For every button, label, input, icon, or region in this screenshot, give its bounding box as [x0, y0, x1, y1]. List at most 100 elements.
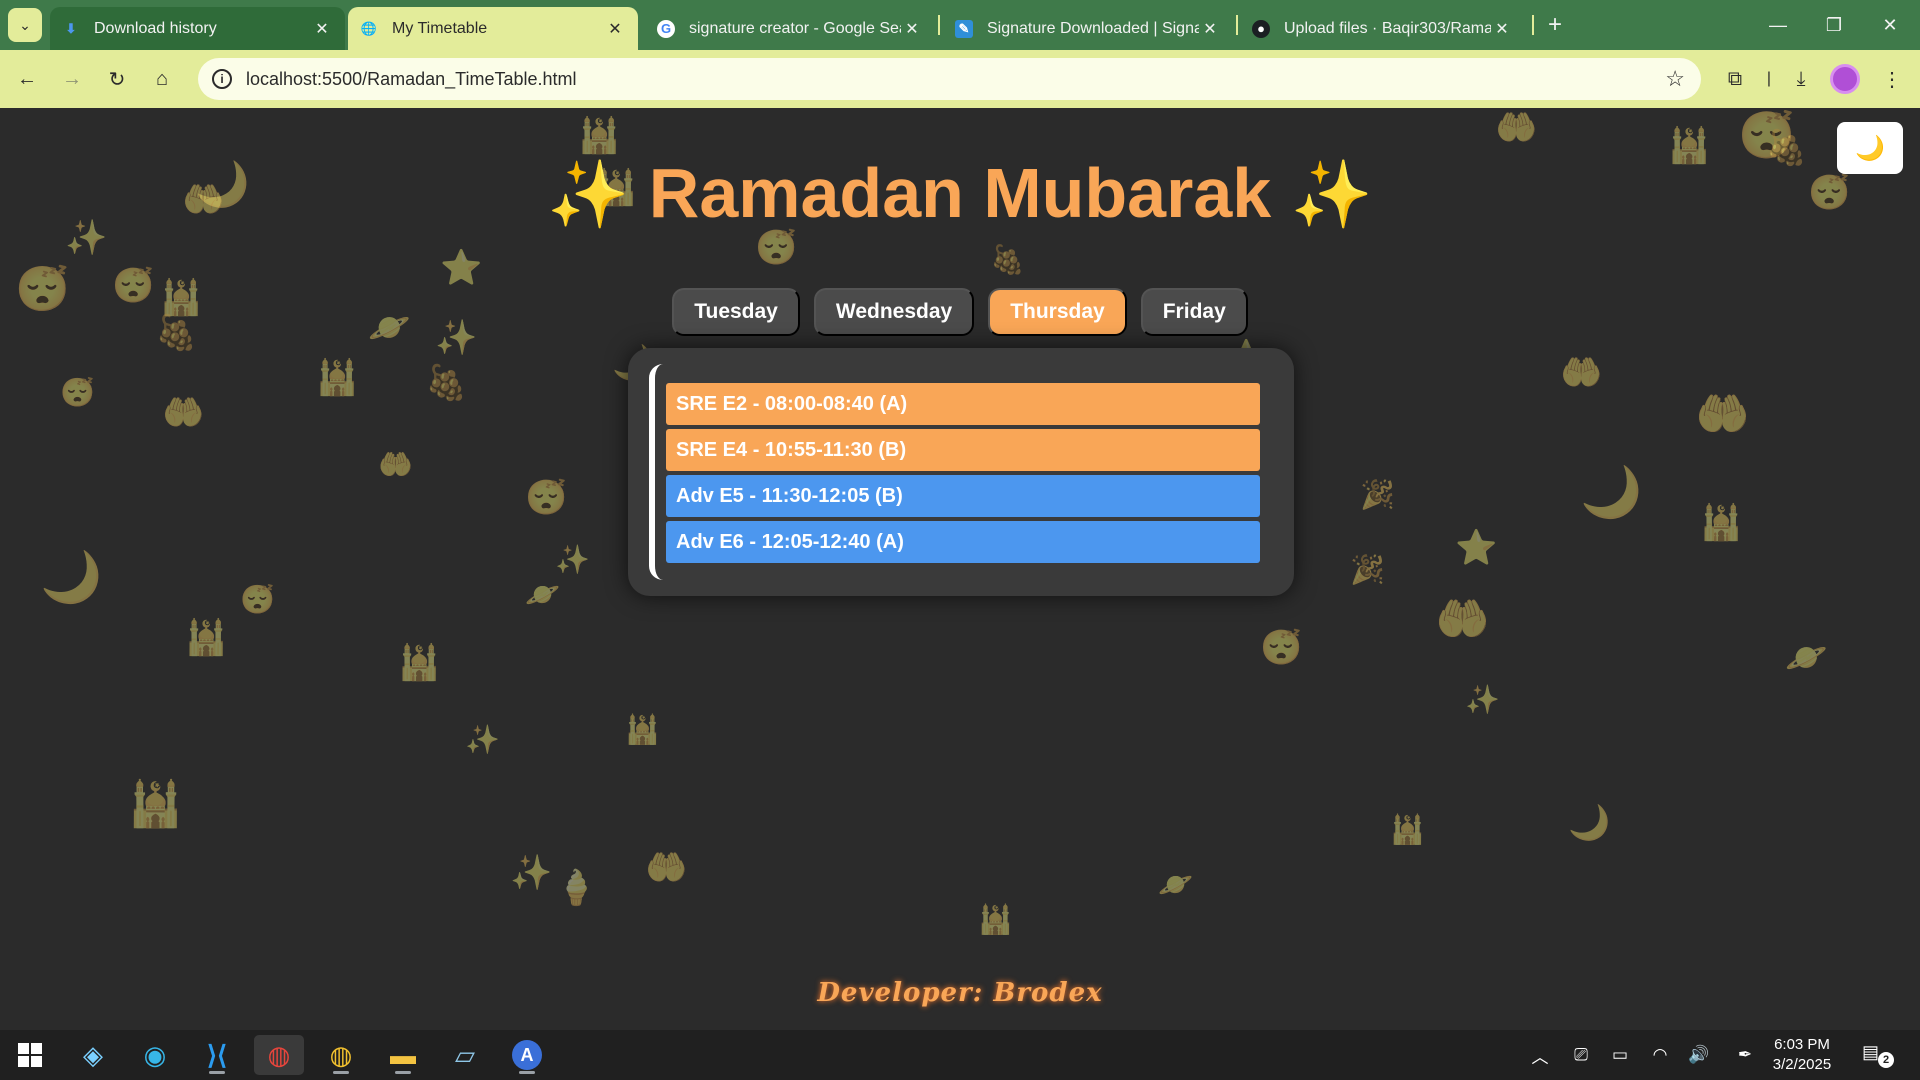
forward-icon[interactable]: → — [55, 62, 89, 96]
close-window-icon[interactable]: ✕ — [1862, 0, 1918, 50]
dates-icon: 🍇 — [990, 244, 1025, 275]
more-menu-icon[interactable]: ⋮ — [1875, 62, 1909, 96]
schedule-card: SRE E2 - 08:00-08:40 (A) SRE E4 - 10:55-… — [628, 348, 1294, 596]
notification-badge: 2 — [1878, 1052, 1894, 1068]
tab-google-search[interactable]: G signature creator - Google Search ✕ — [645, 7, 935, 50]
tab-signature-downloaded[interactable]: ✎ Signature Downloaded | Signature ✕ — [943, 7, 1233, 50]
volume-icon[interactable]: 🔊 — [1686, 1042, 1712, 1068]
restore-icon[interactable]: ❐ — [1806, 0, 1862, 50]
class-slot: Adv E5 - 11:30-12:05 (B) — [666, 475, 1260, 517]
praying-hands-icon: 🤲 — [162, 394, 205, 432]
crescent-moon-icon: 🌙 — [40, 549, 103, 605]
mosque-icon: 🕌 — [128, 780, 183, 829]
mosque-icon: 🕌 — [1390, 814, 1425, 845]
tab-title: My Timetable — [392, 19, 488, 37]
developer-credit: Developer: Brodex — [817, 978, 1103, 1008]
tab-separator — [938, 15, 940, 35]
battery-icon[interactable]: ▭ — [1607, 1042, 1633, 1068]
page-title: ✨ Ramadan Mubarak ✨ — [0, 153, 1920, 234]
day-tab-wednesday[interactable]: Wednesday — [813, 288, 975, 336]
close-icon[interactable]: ✕ — [1491, 19, 1513, 39]
sparkles-icon: ✨ — [465, 724, 500, 755]
edge-icon[interactable]: ◉ — [130, 1035, 180, 1075]
pen-icon[interactable]: ✒ — [1732, 1042, 1758, 1068]
day-tab-friday[interactable]: Friday — [1140, 288, 1248, 336]
profile-avatar[interactable] — [1830, 64, 1860, 94]
windows-taskbar: ◈ ◉ ⟩⟨ ◍ ◍ ▬ ▱ A ︿ ⎚ ▭ ◠ 🔊 ✒ 6:03 PM 3/2… — [0, 1030, 1920, 1080]
planet-icon: 🪐 — [1158, 869, 1193, 900]
chevron-up-icon[interactable]: ︿ — [1527, 1042, 1553, 1068]
bookmark-star-icon[interactable]: ☆ — [1665, 66, 1685, 92]
extensions-icon[interactable]: ⧉ — [1718, 62, 1752, 96]
signature-site-icon: ✎ — [955, 19, 973, 38]
chrome-icon[interactable]: ◍ — [316, 1035, 366, 1075]
party-popper-icon: 🎉 — [1360, 479, 1395, 510]
vscode-icon[interactable]: ⟩⟨ — [192, 1035, 242, 1075]
mosque-icon: 🕌 — [1700, 504, 1743, 542]
sleeping-face-icon: 😴 — [1260, 629, 1303, 667]
praying-hands-icon: 🤲 — [1560, 354, 1603, 392]
close-icon[interactable]: ✕ — [901, 19, 923, 39]
globe-icon: 🌐 — [360, 20, 378, 36]
praying-hands-icon: 🤲 — [1435, 595, 1490, 644]
minimize-icon[interactable]: — — [1750, 0, 1806, 50]
class-slot: SRE E4 - 10:55-11:30 (B) — [666, 429, 1260, 471]
mosque-icon: 🕌 — [625, 714, 660, 745]
file-explorer-icon[interactable]: ▬ — [378, 1035, 428, 1075]
day-tab-tuesday[interactable]: Tuesday — [672, 288, 800, 336]
copilot-icon[interactable]: ◈ — [68, 1035, 118, 1075]
page-title-text: Ramadan Mubarak — [648, 154, 1272, 232]
timeline-bracket — [649, 364, 663, 580]
sparkles-icon: ✨ — [1290, 157, 1373, 231]
sleeping-face-icon: 😴 — [525, 479, 568, 517]
tab-github-upload[interactable]: ● Upload files · Baqir303/Ramazan ✕ — [1240, 7, 1525, 50]
praying-hands-icon: 🤲 — [645, 849, 688, 887]
sparkles-icon: ✨ — [510, 854, 553, 892]
notes-app-icon[interactable]: ▱ — [440, 1035, 490, 1075]
home-icon[interactable]: ⌂ — [145, 62, 179, 96]
camera-icon[interactable]: ⎚ — [1568, 1042, 1594, 1068]
praying-hands-icon: 🤲 — [1495, 109, 1538, 147]
close-icon[interactable]: ✕ — [311, 19, 333, 39]
planet-icon: 🪐 — [1785, 639, 1828, 677]
arc-app-icon[interactable]: A — [502, 1035, 552, 1075]
day-tab-thursday[interactable]: Thursday — [988, 288, 1127, 336]
new-tab-button[interactable]: + — [1540, 10, 1570, 40]
google-icon: G — [657, 19, 675, 38]
toolbar-divider: | — [1766, 70, 1772, 87]
tab-title: Download history — [94, 19, 217, 37]
praying-hands-icon: 🤲 — [1695, 390, 1750, 439]
address-url[interactable]: localhost:5500/Ramadan_TimeTable.html — [246, 69, 1665, 90]
mosque-icon: 🕌 — [185, 619, 228, 657]
chrome-profile-icon[interactable]: ◍ — [254, 1035, 304, 1075]
tab-title: Signature Downloaded | Signature — [987, 19, 1199, 37]
sleeping-face-icon: 😴 — [755, 229, 798, 267]
wifi-icon[interactable]: ◠ — [1647, 1042, 1673, 1068]
browser-tab-strip: ⌄ ⬇ Download history ✕ 🌐 My Timetable ✕ … — [0, 0, 1920, 50]
sleeping-face-icon: 😴 — [60, 377, 95, 408]
praying-hands-icon: 🤲 — [378, 449, 413, 480]
close-icon[interactable]: ✕ — [1199, 19, 1221, 39]
tab-my-timetable[interactable]: 🌐 My Timetable ✕ — [348, 7, 638, 50]
tab-separator — [1532, 15, 1534, 35]
sparkles-icon: ✨ — [547, 157, 630, 231]
reload-icon[interactable]: ↻ — [100, 62, 134, 96]
clock-date: 3/2/2025 — [1772, 1056, 1832, 1073]
sparkles-icon: ✨ — [1465, 684, 1500, 715]
address-bar[interactable]: i localhost:5500/Ramadan_TimeTable.html … — [198, 58, 1701, 100]
mosque-icon: 🕌 — [578, 117, 621, 155]
system-clock[interactable]: 6:03 PM 3/2/2025 — [1762, 1035, 1842, 1075]
tab-search-button[interactable]: ⌄ — [8, 8, 42, 42]
page-viewport: 🌙 🤲 ✨ 😴 😴 🕌 🍇 ⭐ 🪐 ✨ 🕌 🍇 😴 🤲 🤲 😴 🌙 ✨ 🪐 😴 … — [0, 108, 1920, 1030]
mosque-icon: 🕌 — [978, 904, 1013, 935]
downloads-icon[interactable]: ⤓ — [1784, 62, 1818, 96]
close-icon[interactable]: ✕ — [604, 19, 626, 39]
tab-title: signature creator - Google Search — [689, 19, 901, 37]
start-button[interactable] — [5, 1035, 55, 1075]
back-icon[interactable]: ← — [10, 62, 44, 96]
tab-download-history[interactable]: ⬇ Download history ✕ — [50, 7, 345, 50]
download-icon: ⬇ — [65, 20, 77, 36]
site-info-icon[interactable]: i — [212, 69, 232, 89]
github-icon: ● — [1252, 19, 1270, 38]
clock-time: 6:03 PM — [1774, 1036, 1830, 1053]
